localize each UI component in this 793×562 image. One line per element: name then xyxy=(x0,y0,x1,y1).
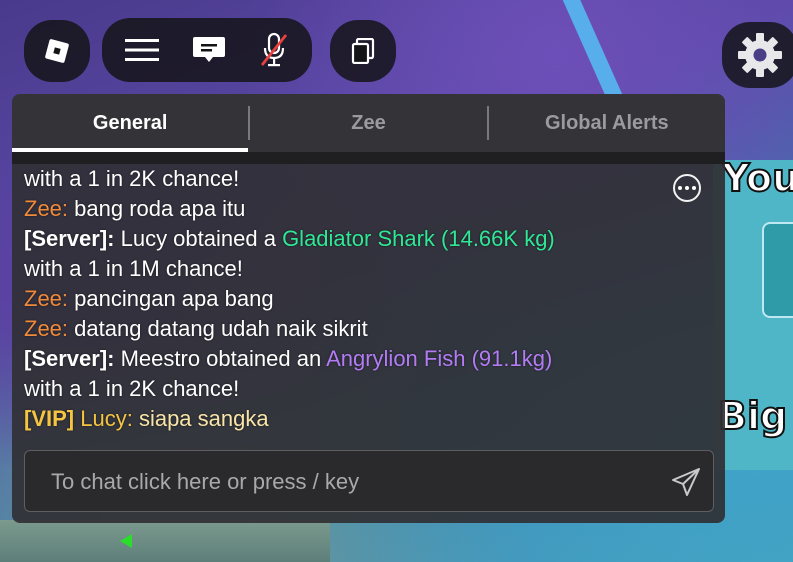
message-text: with a 1 in 2K chance! xyxy=(24,166,240,191)
background-panel xyxy=(762,222,793,318)
background-text-you: You xyxy=(721,155,793,201)
tab-general[interactable]: General xyxy=(12,94,249,152)
background-ground xyxy=(0,520,330,562)
message-text: pancingan apa bang xyxy=(68,286,274,311)
chat-window: General Zee Global Alerts with a 1 in 2K… xyxy=(12,94,725,523)
send-button[interactable] xyxy=(669,465,703,499)
background-arrow xyxy=(120,534,132,548)
vip-tag: [VIP] xyxy=(24,406,75,431)
settings-button[interactable] xyxy=(722,22,793,88)
hamburger-menu-icon[interactable] xyxy=(124,38,159,62)
tab-zee[interactable]: Zee xyxy=(250,94,486,152)
top-bar-controls xyxy=(102,18,312,82)
more-options-icon xyxy=(677,186,698,190)
background-text-big: Big xyxy=(717,393,788,439)
chat-message: with a 1 in 1M chance! xyxy=(24,254,664,284)
message-text: datang datang udah naik sikrit xyxy=(68,316,368,341)
chat-message: [Server]: Lucy obtained a Gladiator Shar… xyxy=(24,224,664,254)
chat-input[interactable] xyxy=(49,451,653,513)
backpack-icon xyxy=(351,38,375,64)
chat-message: Zee: pancingan apa bang xyxy=(24,284,664,314)
item-name: Angrylion Fish (91.1kg) xyxy=(326,346,553,371)
player-name[interactable]: Zee: xyxy=(24,196,68,221)
chat-message: Zee: bang roda apa itu xyxy=(24,194,664,224)
message-text: with a 1 in 1M chance! xyxy=(24,256,243,281)
gear-icon xyxy=(736,31,784,79)
chat-message: Zee: datang datang udah naik sikrit xyxy=(24,314,664,344)
player-name[interactable]: Zee: xyxy=(24,316,68,341)
chat-message: [VIP] Lucy: siapa sangka xyxy=(24,404,664,434)
roblox-menu-button[interactable] xyxy=(24,20,90,82)
roblox-logo-icon xyxy=(44,38,70,64)
message-text: Meestro obtained an xyxy=(114,346,327,371)
chat-input-box[interactable] xyxy=(24,450,714,513)
tab-global-alerts[interactable]: Global Alerts xyxy=(489,94,725,152)
message-text: siapa sangka xyxy=(132,406,269,431)
tabs-separator xyxy=(12,152,725,164)
chat-message: with a 1 in 2K chance! xyxy=(24,164,664,194)
player-name[interactable]: Lucy: xyxy=(74,406,133,431)
chat-message: with a 1 in 2K chance! xyxy=(24,374,664,404)
send-icon xyxy=(670,466,702,498)
server-prefix: [Server]: xyxy=(24,226,115,251)
more-options-button[interactable] xyxy=(673,174,701,202)
message-text: with a 1 in 2K chance! xyxy=(24,376,240,401)
chat-log[interactable]: with a 1 in 2K chance! Zee: bang roda ap… xyxy=(24,164,664,434)
message-text: bang roda apa itu xyxy=(68,196,246,221)
backpack-button[interactable] xyxy=(330,20,396,82)
player-name[interactable]: Zee: xyxy=(24,286,68,311)
chat-tabs: General Zee Global Alerts xyxy=(12,94,725,152)
message-text: Lucy obtained a xyxy=(114,226,283,251)
server-prefix: [Server]: xyxy=(24,346,115,371)
microphone-muted-icon[interactable] xyxy=(259,32,289,68)
chat-message: [Server]: Meestro obtained an Angrylion … xyxy=(24,344,664,374)
chat-bubble-icon[interactable] xyxy=(192,35,226,65)
item-name: Gladiator Shark (14.66K kg) xyxy=(282,226,555,251)
